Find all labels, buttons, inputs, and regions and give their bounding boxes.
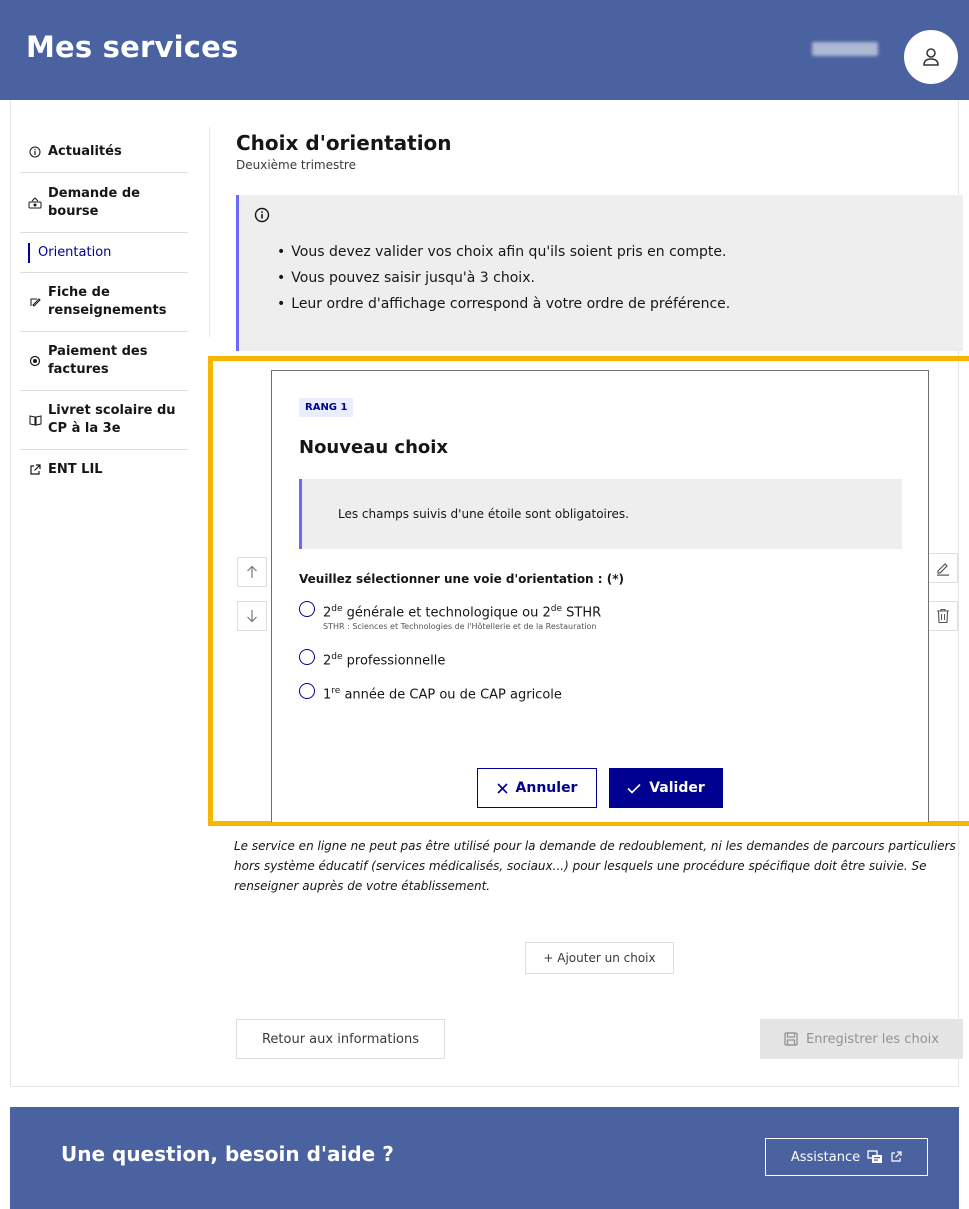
- external-link-icon: [890, 1151, 902, 1163]
- edit-icon: [28, 296, 42, 308]
- option-hint: STHR : Sciences et Technologies de l'Hôt…: [323, 622, 597, 632]
- info-list: Vous devez valider vos choix afin qu'ils…: [277, 239, 730, 317]
- sidebar-item-ent[interactable]: ENT LIL: [20, 450, 188, 490]
- sidebar-item-label: Demande de bourse: [48, 185, 140, 219]
- coin-icon: [28, 355, 42, 367]
- move-down-button[interactable]: [237, 601, 267, 631]
- sidebar-item-actualites[interactable]: Actualités: [20, 132, 188, 173]
- header: Mes services: [0, 0, 969, 100]
- page-title: Choix d'orientation: [236, 131, 452, 155]
- move-up-button[interactable]: [237, 557, 267, 587]
- modal-title: Nouveau choix: [299, 437, 449, 458]
- radio-button[interactable]: [299, 683, 315, 699]
- sidebar-item-label: Orientation: [38, 244, 112, 260]
- info-icon: [254, 207, 270, 227]
- sidebar-item-label: Paiement des factures: [48, 344, 148, 377]
- money-icon: [28, 196, 42, 209]
- page-subtitle: Deuxième trimestre: [236, 158, 356, 172]
- info-item: Vous pouvez saisir jusqu'à 3 choix.: [277, 265, 730, 291]
- sidebar-item-bourse[interactable]: Demande de bourse: [20, 173, 188, 233]
- delete-button[interactable]: [928, 601, 958, 631]
- sidebar-item-label: Fiche de renseignements: [48, 285, 167, 318]
- add-choice-button[interactable]: + Ajouter un choix: [525, 942, 674, 974]
- info-icon: [28, 146, 42, 158]
- info-item: Vous devez valider vos choix afin qu'ils…: [277, 239, 730, 265]
- option-cap[interactable]: 1re année de CAP ou de CAP agricole: [299, 682, 562, 704]
- option-2de-gt[interactable]: 2de générale et technologique ou 2de STH…: [299, 600, 601, 632]
- sidebar-item-label: Livret scolaire du CP à la 3e: [48, 403, 176, 436]
- floppy-icon: [784, 1032, 798, 1046]
- sidebar-item-fiche[interactable]: Fiche de renseignements: [20, 273, 188, 332]
- support-icon: [867, 1150, 883, 1164]
- validate-button[interactable]: Valider: [609, 768, 723, 808]
- book-icon: [28, 414, 42, 426]
- rank-badge: RANG 1: [299, 398, 354, 417]
- user-icon: [923, 48, 939, 66]
- sidebar-item-orientation[interactable]: Orientation: [20, 233, 188, 273]
- user-name-blurred: [812, 42, 878, 56]
- help-footer: Une question, besoin d'aide ? Assistance: [10, 1107, 959, 1209]
- sidebar-item-label: ENT LIL: [48, 462, 103, 477]
- arrow-up-icon: [247, 565, 257, 578]
- orientation-question: Veuillez sélectionner une voie d'orienta…: [299, 572, 625, 586]
- sidebar: Actualités Demande de bourse Orientation…: [20, 132, 188, 490]
- new-choice-modal: RANG 1 Nouveau choix Les champs suivis d…: [271, 370, 929, 822]
- assistance-button[interactable]: Assistance: [765, 1138, 928, 1176]
- app-title: Mes services: [26, 30, 239, 64]
- sidebar-item-label: Actualités: [48, 144, 122, 159]
- option-2de-pro[interactable]: 2de professionnelle: [299, 648, 445, 670]
- sidebar-item-paiement[interactable]: Paiement des factures: [20, 332, 188, 391]
- external-link-icon: [28, 464, 42, 476]
- disclaimer-text: Le service en ligne ne peut pas être uti…: [234, 839, 956, 893]
- radio-button[interactable]: [299, 601, 315, 617]
- required-notice: Les champs suivis d'une étoile sont obli…: [299, 479, 902, 549]
- trash-icon: [937, 608, 949, 624]
- arrow-down-icon: [247, 610, 257, 623]
- modal-buttons: Annuler Valider: [477, 768, 723, 808]
- pencil-icon: [937, 563, 949, 576]
- radio-button[interactable]: [299, 649, 315, 665]
- avatar[interactable]: [904, 30, 958, 84]
- info-item: Leur ordre d'affichage correspond à votr…: [277, 291, 730, 317]
- info-box: Vous devez valider vos choix afin qu'ils…: [236, 195, 963, 351]
- check-icon: [627, 783, 641, 794]
- footer-title: Une question, besoin d'aide ?: [61, 1142, 394, 1166]
- close-icon: [496, 782, 508, 794]
- sidebar-divider: [209, 127, 210, 337]
- save-choices-button[interactable]: Enregistrer les choix: [760, 1019, 963, 1059]
- active-indicator: [28, 242, 30, 263]
- edit-button[interactable]: [928, 553, 958, 583]
- cancel-button[interactable]: Annuler: [477, 768, 597, 808]
- back-to-info-button[interactable]: Retour aux informations: [236, 1019, 445, 1059]
- sidebar-item-livret[interactable]: Livret scolaire du CP à la 3e: [20, 391, 188, 450]
